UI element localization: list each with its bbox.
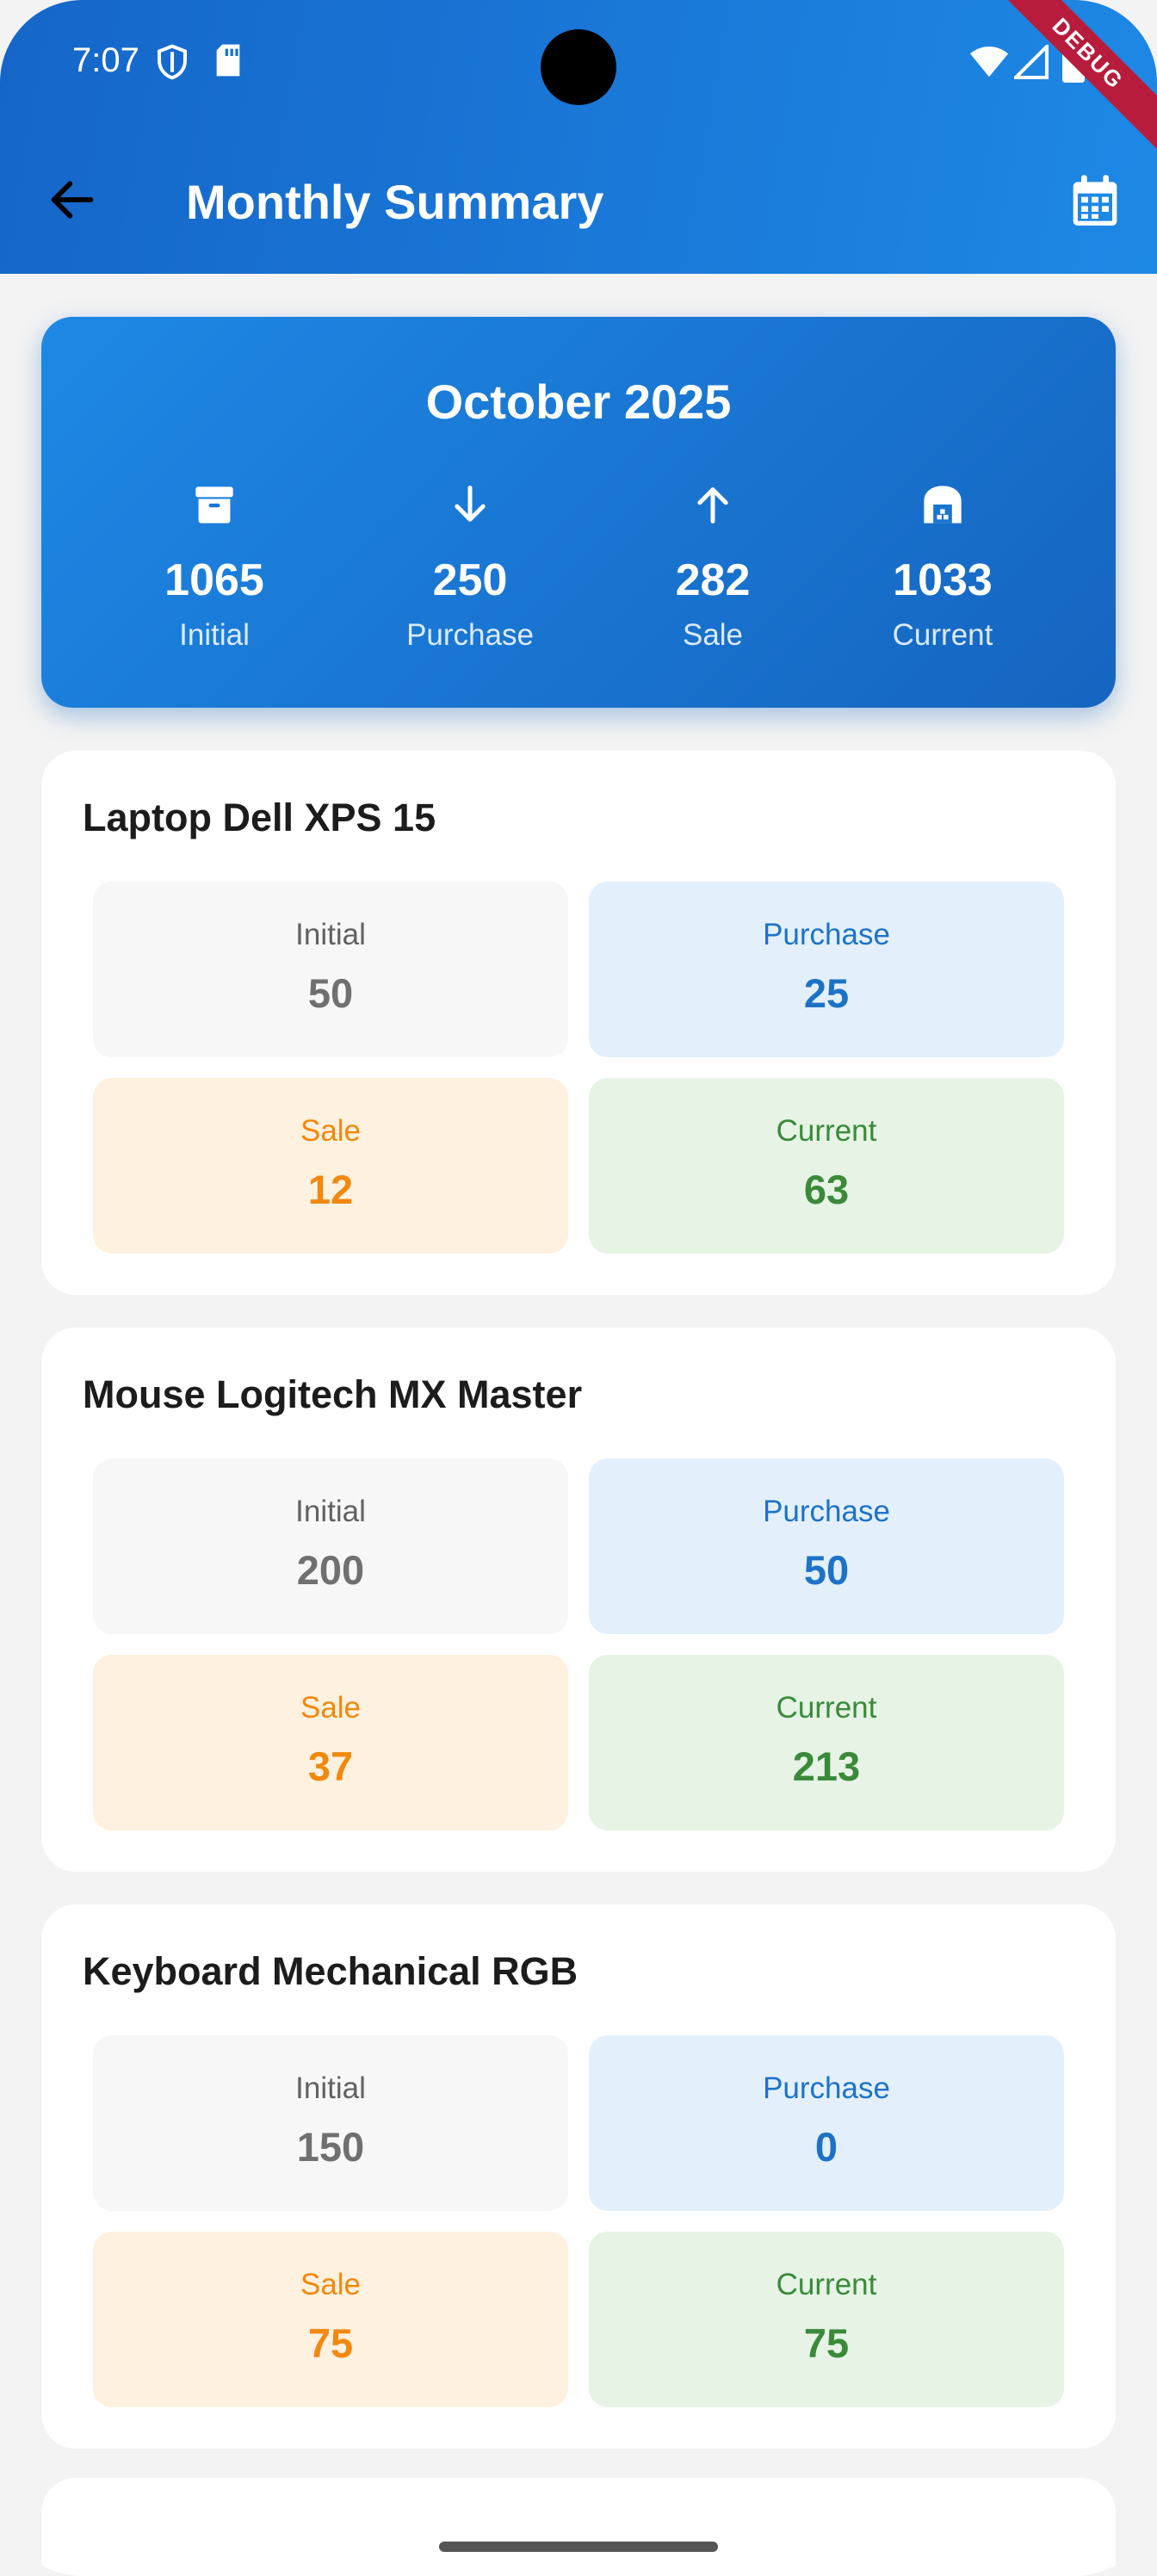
current-label: Current	[776, 1691, 877, 1725]
product-card: Mouse Logitech MX Master Initial 200 Pur…	[41, 1328, 1116, 1872]
purchase-label: Purchase	[763, 918, 890, 951]
purchase-value: 50	[803, 1547, 850, 1593]
sale-value: 37	[307, 1743, 354, 1789]
stat-current: 1033 Current	[839, 479, 1046, 653]
purchase-value: 25	[803, 970, 850, 1016]
wifi-icon	[969, 45, 1009, 84]
warehouse-icon	[839, 479, 1046, 530]
product-name: Keyboard Mechanical RGB	[83, 1949, 578, 1993]
camera-cutout	[541, 29, 616, 105]
current-tile: Current 63	[589, 1078, 1064, 1254]
initial-label: Initial	[295, 1495, 366, 1528]
monthly-summary-card: October 2025 1065 Initial 250 Purchase 2…	[41, 317, 1116, 708]
sale-value: 75	[307, 2320, 354, 2366]
arrow-left-icon	[45, 181, 100, 231]
initial-label: Initial	[295, 918, 366, 951]
shield-icon	[155, 43, 189, 85]
current-label: Current	[776, 1114, 877, 1148]
initial-value: 50	[307, 970, 354, 1016]
current-value: 75	[803, 2320, 850, 2366]
stat-purchase: 250 Purchase	[367, 479, 573, 653]
home-indicator[interactable]	[439, 2542, 718, 2552]
sale-label: Sale	[300, 1114, 362, 1148]
product-name: Mouse Logitech MX Master	[83, 1372, 583, 1416]
purchase-label: Purchase	[763, 1495, 890, 1528]
sale-tile: Sale 75	[93, 2232, 568, 2407]
signal-icon	[1012, 42, 1049, 84]
stat-current-label: Current	[892, 618, 993, 652]
initial-tile: Initial 200	[93, 1458, 568, 1634]
product-name: Laptop Dell XPS 15	[83, 796, 436, 839]
back-button[interactable]	[45, 172, 100, 227]
initial-tile: Initial 150	[93, 2035, 568, 2211]
stat-purchase-value: 250	[432, 555, 508, 605]
current-tile: Current 75	[589, 2232, 1064, 2407]
stat-initial-value: 1065	[164, 555, 264, 605]
purchase-value: 0	[814, 2124, 838, 2170]
purchase-label: Purchase	[763, 2071, 890, 2105]
sale-value: 12	[307, 1167, 354, 1212]
sd-card-icon	[213, 43, 243, 82]
current-value: 63	[803, 1167, 850, 1212]
stat-sale-value: 282	[675, 555, 751, 605]
initial-value: 150	[296, 2124, 365, 2170]
purchase-tile: Purchase 0	[589, 2035, 1064, 2211]
sale-label: Sale	[300, 1691, 362, 1725]
calendar-icon	[1067, 175, 1123, 234]
stat-sale: 282 Sale	[609, 479, 816, 653]
purchase-tile: Purchase 50	[589, 1458, 1064, 1634]
app-bar: 7:07 DEBUG Monthly Summary	[0, 0, 1157, 274]
archive-icon	[111, 479, 318, 530]
stat-sale-label: Sale	[682, 618, 744, 652]
stat-initial-label: Initial	[179, 618, 250, 652]
stat-purchase-label: Purchase	[406, 618, 534, 652]
calendar-button[interactable]	[1067, 172, 1123, 231]
arrow-down-icon	[367, 479, 573, 530]
sale-label: Sale	[300, 2268, 362, 2301]
product-card: Laptop Dell XPS 15 Initial 50 Purchase 2…	[41, 751, 1116, 1295]
screen: 7:07 DEBUG Monthly Summary October 2025 …	[0, 0, 1157, 2576]
sale-tile: Sale 37	[93, 1655, 568, 1830]
stat-current-value: 1033	[893, 555, 993, 605]
current-value: 213	[792, 1743, 861, 1789]
arrow-up-icon	[609, 479, 816, 530]
initial-tile: Initial 50	[93, 882, 568, 1057]
current-tile: Current 213	[589, 1655, 1064, 1830]
product-card: Keyboard Mechanical RGB Initial 150 Purc…	[41, 1904, 1116, 2449]
sale-tile: Sale 12	[93, 1078, 568, 1254]
current-label: Current	[776, 2268, 877, 2301]
status-time: 7:07	[72, 41, 139, 79]
stat-initial: 1065 Initial	[111, 479, 318, 653]
product-card-partial	[41, 2478, 1116, 2576]
page-title: Monthly Summary	[186, 175, 604, 229]
purchase-tile: Purchase 25	[589, 882, 1064, 1057]
initial-value: 200	[296, 1547, 365, 1593]
month-title: October 2025	[425, 375, 732, 429]
initial-label: Initial	[295, 2071, 366, 2105]
